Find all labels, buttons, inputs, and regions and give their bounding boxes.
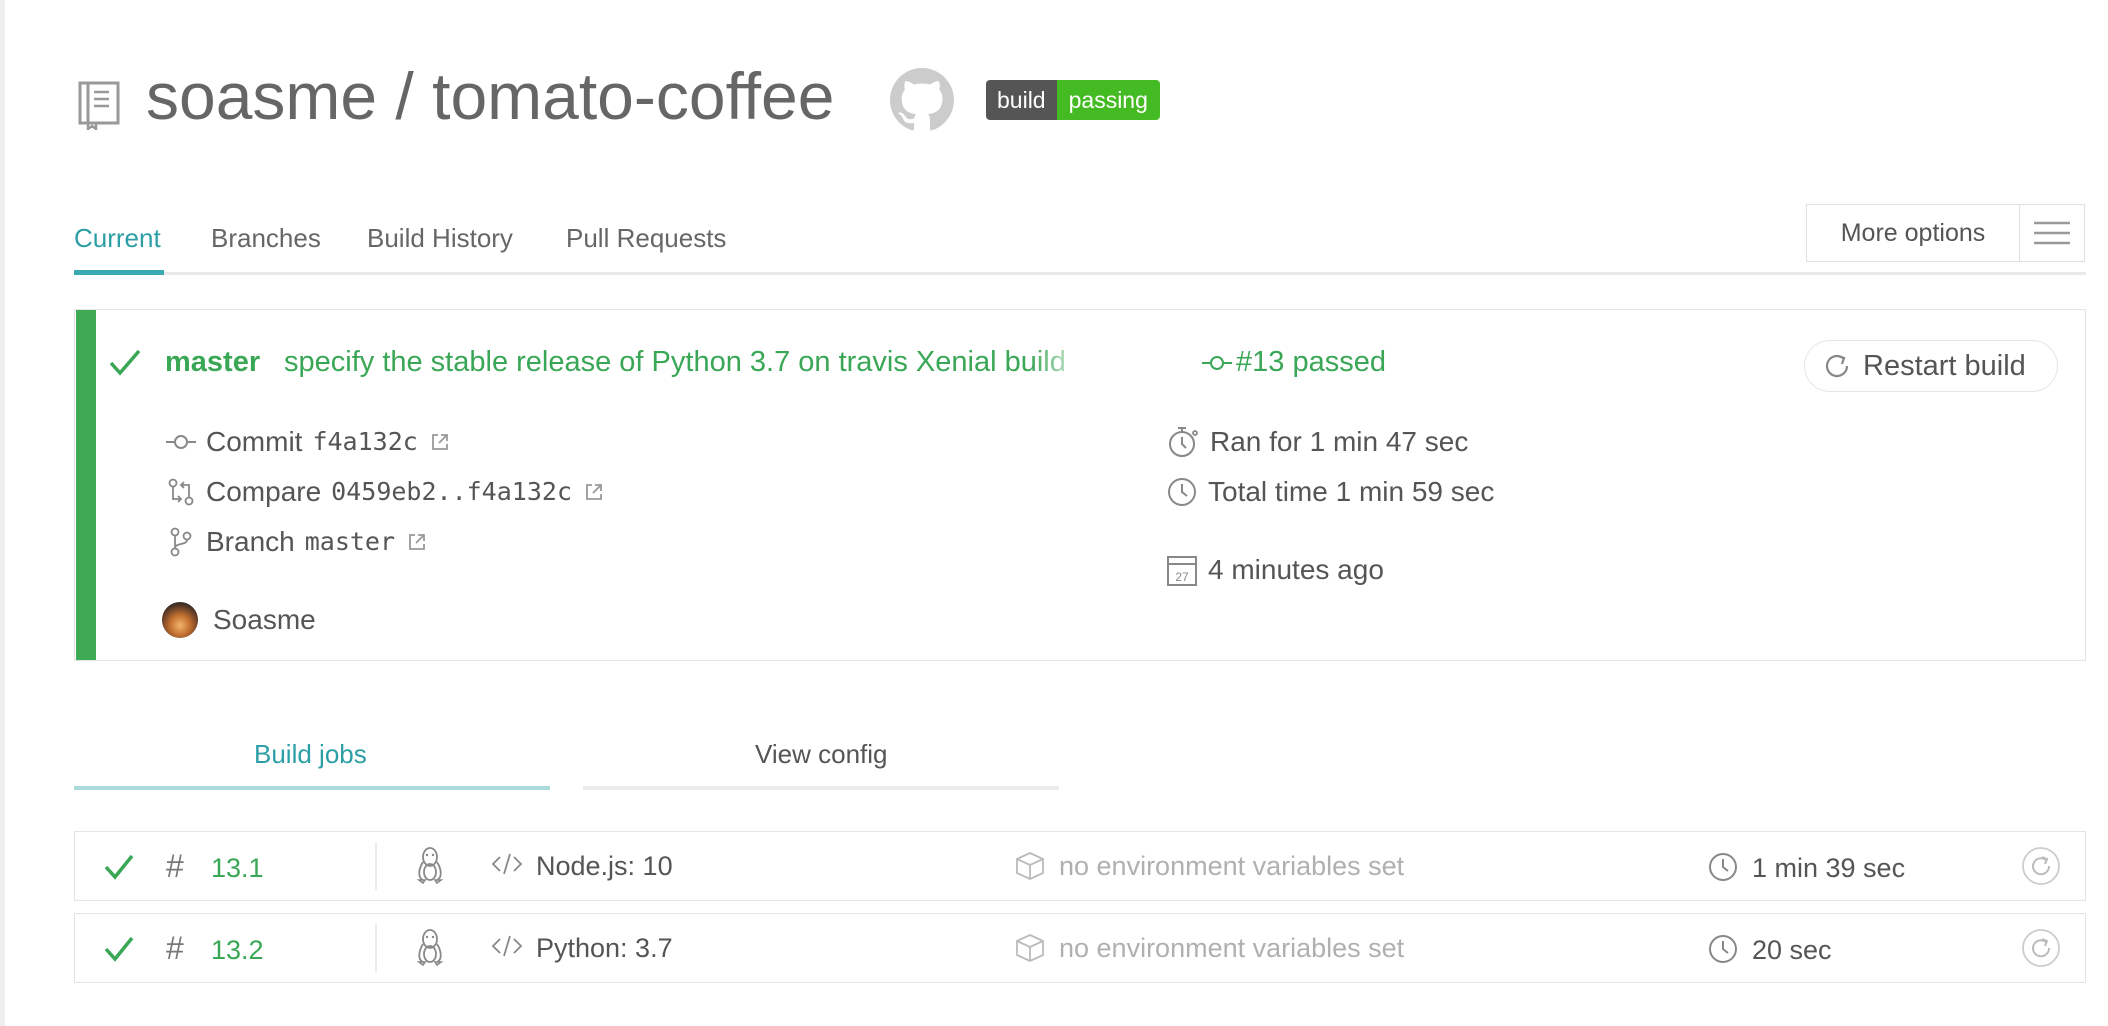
external-link-icon[interactable]	[430, 432, 450, 452]
restart-build-button[interactable]: Restart build	[1804, 340, 2058, 392]
build-number[interactable]: #13 passed	[1202, 344, 1386, 380]
left-edge	[0, 0, 5, 1026]
build-branch-name[interactable]: master	[165, 344, 260, 380]
restart-job-icon[interactable]	[2021, 928, 2061, 973]
total-time-row: Total time 1 min 59 sec	[1166, 474, 1494, 510]
ran-for-row: Ran for 1 min 47 sec	[1166, 424, 1468, 460]
job-env: no environment variables set	[1059, 933, 1405, 963]
job-language: Python: 3.7	[536, 933, 673, 963]
commit-row: Commit f4a132c	[166, 424, 450, 460]
author-avatar	[162, 602, 198, 638]
clock-icon	[1707, 851, 1739, 888]
code-icon	[491, 852, 523, 881]
repo-icon	[77, 80, 121, 135]
restart-icon	[1821, 350, 1853, 382]
tab-view-config[interactable]: View config	[755, 736, 888, 772]
author-name: Soasme	[213, 602, 316, 638]
commit-label: Commit	[206, 426, 303, 457]
env-box-icon	[1014, 932, 1046, 969]
calendar-day: 27	[1175, 570, 1189, 584]
compare-row: Compare 0459eb2..f4a132c	[166, 474, 604, 510]
repo-title: soasme / tomato-coffee	[146, 59, 835, 133]
external-link-icon[interactable]	[407, 532, 427, 552]
check-icon	[103, 935, 135, 968]
compare-range[interactable]: 0459eb2..f4a132c	[331, 474, 572, 510]
linux-icon	[414, 928, 446, 971]
more-options-label: More options	[1807, 205, 2020, 261]
tab-build-jobs[interactable]: Build jobs	[254, 736, 367, 772]
tab-pull-requests[interactable]: Pull Requests	[566, 220, 726, 256]
more-options-button[interactable]: More options	[1806, 204, 2085, 262]
badge-status: passing	[1056, 80, 1160, 120]
commit-sha[interactable]: f4a132c	[312, 424, 417, 460]
build-commit-message: specify the stable release of Python 3.7…	[284, 346, 1066, 378]
job-divider	[375, 924, 377, 972]
commit-icon	[166, 435, 196, 449]
external-link-icon[interactable]	[584, 482, 604, 502]
stopwatch-icon	[1169, 427, 1198, 457]
tab-build-history[interactable]: Build History	[367, 220, 513, 256]
branch-row: Branch master	[166, 524, 427, 560]
job-number[interactable]: 13.2	[211, 932, 264, 968]
finished-row: 27 4 minutes ago	[1166, 552, 1384, 588]
author-name-label: Soasme	[213, 604, 316, 635]
github-icon[interactable]	[890, 68, 954, 137]
restart-job-icon[interactable]	[2021, 846, 2061, 891]
branch-label: Branch	[206, 526, 295, 557]
commit-icon	[1202, 356, 1232, 371]
hash-icon: #	[166, 930, 184, 966]
job-divider	[375, 842, 377, 890]
job-duration: 20 sec	[1752, 935, 1832, 965]
badge-label: build	[986, 80, 1057, 120]
build-status-bar	[76, 310, 96, 660]
job-language: Node.js: 10	[536, 851, 673, 881]
hash-icon: #	[166, 848, 184, 884]
branch-icon	[170, 527, 192, 557]
code-icon	[491, 934, 523, 963]
env-box-icon	[1014, 850, 1046, 887]
restart-build-label: Restart build	[1863, 349, 2026, 382]
clock-icon	[1707, 933, 1739, 970]
job-number[interactable]: 13.1	[211, 850, 264, 886]
compare-label: Compare	[206, 476, 322, 507]
build-status-badge[interactable]: build passing	[986, 80, 1160, 120]
build-jobs-underline	[74, 786, 550, 790]
compare-icon	[168, 478, 194, 506]
finished-time: 4 minutes ago	[1208, 554, 1384, 585]
check-icon	[103, 853, 135, 886]
total-time: Total time 1 min 59 sec	[1208, 476, 1495, 507]
build-number-label: #13 passed	[1236, 346, 1386, 378]
linux-icon	[414, 846, 446, 889]
calendar-icon: 27	[1167, 556, 1197, 586]
ran-for: Ran for 1 min 47 sec	[1210, 426, 1469, 457]
clock-icon	[1168, 478, 1196, 506]
view-config-underline	[583, 786, 1059, 790]
hamburger-icon	[2020, 205, 2084, 261]
check-icon	[108, 348, 142, 383]
branch-value[interactable]: master	[305, 524, 395, 560]
job-duration: 1 min 39 sec	[1752, 853, 1906, 883]
tab-branches[interactable]: Branches	[211, 220, 321, 256]
tabs-divider	[74, 272, 2086, 275]
tab-active-underline	[74, 270, 164, 275]
job-env: no environment variables set	[1059, 851, 1405, 881]
tab-current[interactable]: Current	[74, 220, 161, 256]
